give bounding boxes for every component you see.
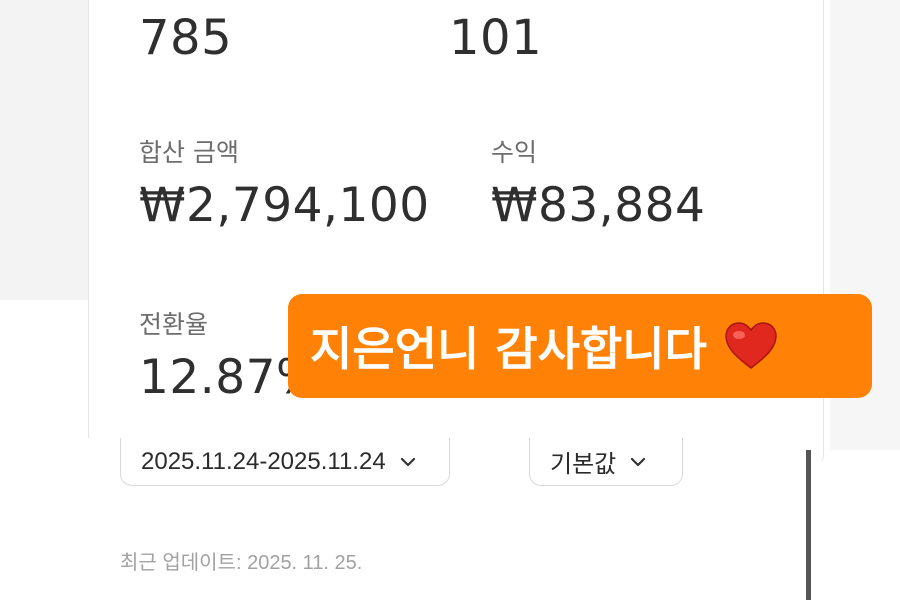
filter-row: 2025.11.24-2025.11.24 기본값 (88, 438, 822, 498)
conversion-label: 전환율 (139, 310, 209, 339)
stat-top-left-value: 785 (139, 10, 233, 66)
sort-value: 기본값 (550, 451, 617, 478)
scrollbar[interactable] (806, 450, 811, 600)
thank-you-caption: 지은언니 감사합니다 (288, 294, 872, 398)
stats-card: 785 101 합산 금액 ₩2,794,100 수익 ₩83,884 전환율 … (88, 0, 824, 469)
heart-icon (725, 322, 777, 369)
sort-dropdown[interactable]: 기본값 (529, 438, 683, 486)
caption-text: 지은언니 감사합니다 (310, 322, 707, 376)
total-amount-value: ₩2,794,100 (139, 178, 430, 233)
profit-label: 수익 (491, 138, 538, 167)
profit-value: ₩83,884 (491, 178, 706, 233)
date-range-dropdown[interactable]: 2025.11.24-2025.11.24 (120, 438, 450, 486)
last-updated-text: 최근 업데이트: 2025. 11. 25. (120, 552, 363, 574)
chevron-down-icon (400, 457, 415, 466)
background-left (0, 0, 88, 300)
total-amount-label: 합산 금액 (139, 138, 239, 167)
chevron-down-icon (631, 457, 646, 466)
stat-top-right-value: 101 (449, 10, 543, 66)
date-range-value: 2025.11.24-2025.11.24 (141, 447, 386, 475)
